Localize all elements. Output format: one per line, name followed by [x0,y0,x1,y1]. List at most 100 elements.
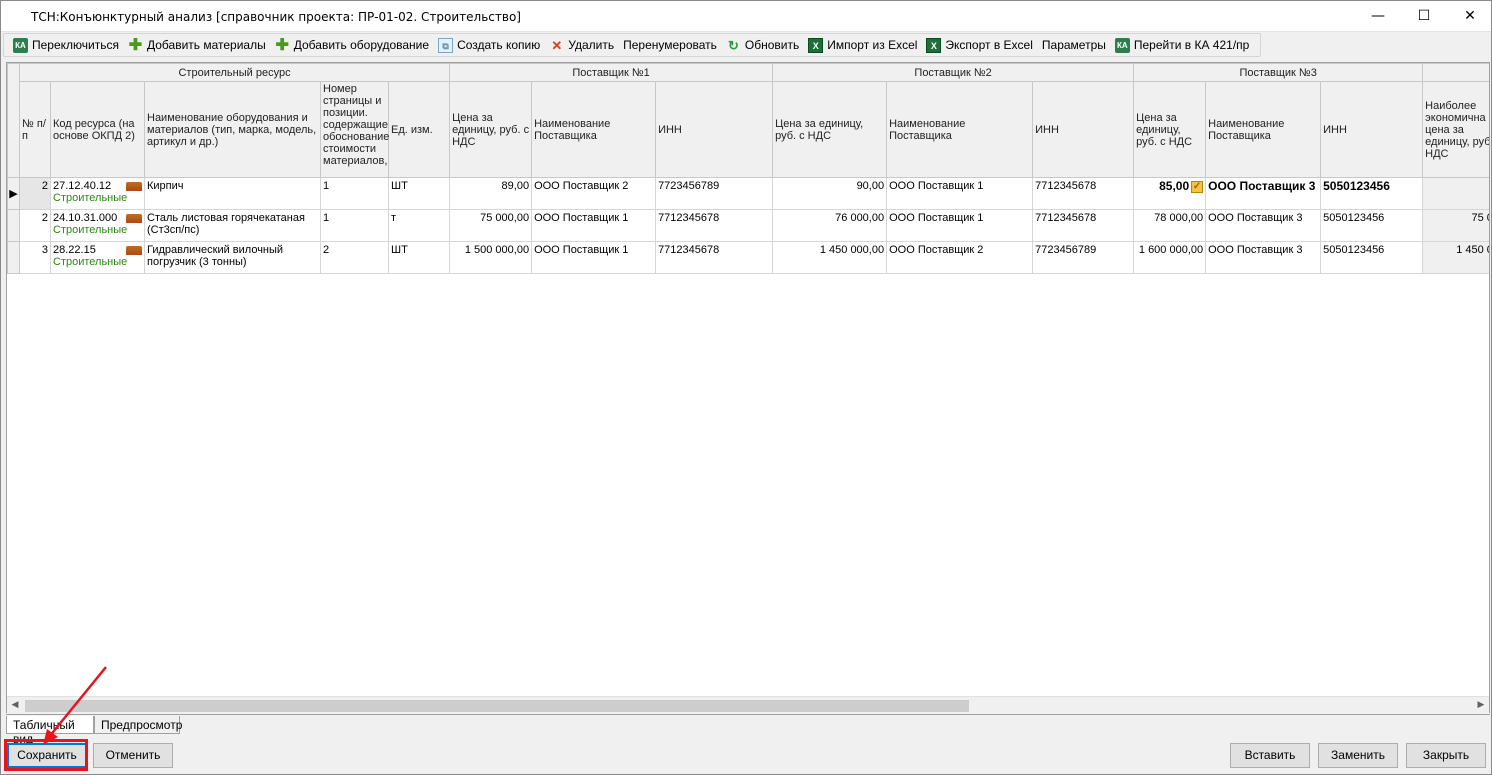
cell-name[interactable]: Сталь листовая горячекатаная (Ст3сп/пс) [144,209,321,242]
replace-button[interactable]: Заменить [1318,743,1398,768]
header-s1-inn[interactable]: ИНН [655,81,774,178]
cell-s1-price[interactable]: 89,00 [449,177,533,210]
close-button[interactable]: Закрыть [1406,743,1486,768]
cell-num[interactable]: 3 [19,241,51,274]
scroll-right-icon[interactable]: ▶ [1473,698,1489,713]
cell-s3-price[interactable]: 1 600 000,00 [1133,241,1207,274]
minimize-button[interactable]: — [1355,1,1401,31]
import-excel-button[interactable]: X Импорт из Excel [805,34,920,56]
cell-s2-name[interactable]: ООО Поставщик 2 [886,241,1034,274]
insert-button[interactable]: Вставить [1230,743,1310,768]
header-page[interactable]: Номер страницы и позиции. содержащие обо… [320,81,389,178]
add-equipment-button[interactable]: ✚ Добавить оборудование [272,34,432,56]
cell-best[interactable]: 85 [1422,177,1489,210]
add-materials-button[interactable]: ✚ Добавить материалы [125,34,269,56]
group-supplier1: Поставщик №1 [449,63,774,82]
header-s3-name[interactable]: Наименование Поставщика [1205,81,1322,178]
table-row[interactable]: ▶ 2 27.12.40.12 Строительные Кирпич 1 ШТ … [7,177,1489,210]
header-s3-price[interactable]: Цена за единицу, руб. с НДС [1133,81,1207,178]
bricks-icon [126,214,142,223]
header-s3-inn[interactable]: ИНН [1320,81,1424,178]
header-code[interactable]: Код ресурса (на основе ОКПД 2) [50,81,145,178]
cell-s3-inn[interactable]: 5050123456 [1320,209,1424,242]
header-best[interactable]: Наиболее экономична цена за единицу, руб… [1422,81,1489,178]
header-s2-inn[interactable]: ИНН [1032,81,1135,178]
scrollbar-thumb[interactable] [25,700,969,712]
table-row[interactable]: 2 24.10.31.000 Строительные Сталь листова… [7,209,1489,242]
cell-s1-name[interactable]: ООО Поставщик 2 [531,177,657,210]
cell-s3-inn[interactable]: 5050123456 [1320,241,1424,274]
data-grid[interactable]: Строительный ресурс Поставщик №1 Поставщ… [6,62,1490,713]
cell-page[interactable]: 1 [320,209,389,242]
cell-unit[interactable]: ШТ [387,177,451,210]
delete-icon: ✕ [551,37,563,53]
refresh-button[interactable]: ↻ Обновить [723,34,802,56]
cell-s1-inn[interactable]: 7723456789 [655,177,774,210]
cell-name[interactable]: Кирпич [144,177,321,210]
cell-name[interactable]: Гидравлический вилочный погрузчик (3 тон… [144,241,321,274]
goto-ka-button[interactable]: КА Перейти в КА 421/пр [1112,34,1252,56]
cell-page[interactable]: 2 [320,241,389,274]
cell-s1-price[interactable]: 75 000,00 [449,209,533,242]
header-s1-name[interactable]: Наименование Поставщика [531,81,657,178]
refresh-label: Обновить [744,38,800,52]
table-row[interactable]: 3 28.22.15 Строительные Гидравлический ви… [7,241,1489,274]
cell-s2-inn[interactable]: 7712345678 [1032,209,1135,242]
cell-s2-price[interactable]: 1 450 000,00 [772,241,888,274]
cell-code[interactable]: 24.10.31.000 Строительные [50,209,145,242]
create-copy-button[interactable]: ⧉ Создать копию [435,34,543,56]
scroll-left-icon[interactable]: ◀ [7,698,23,713]
header-s1-price[interactable]: Цена за единицу, руб. с НДС [449,81,533,178]
cell-code[interactable]: 28.22.15 Строительные [50,241,145,274]
group-supplier3: Поставщик №3 [1133,63,1424,82]
s3-price-value: 85,00 [1159,179,1190,193]
cell-s3-price[interactable]: 85,00 ✓ [1133,177,1207,210]
cell-s2-name[interactable]: ООО Поставщик 1 [886,177,1034,210]
cell-s2-price[interactable]: 76 000,00 [772,209,888,242]
parameters-button[interactable]: Параметры [1039,34,1109,56]
cell-unit[interactable]: т [387,209,451,242]
horizontal-scrollbar[interactable]: ◀ ▶ [7,696,1489,713]
cell-best[interactable]: 1 450 000 [1422,241,1489,274]
delete-button[interactable]: ✕ Удалить [546,34,617,56]
cell-num[interactable]: 2 [19,209,51,242]
bricks-icon [126,246,142,255]
export-excel-button[interactable]: X Экспорт в Excel [923,34,1035,56]
renumber-button[interactable]: Перенумеровать [620,34,720,56]
refresh-icon: ↻ [727,37,739,53]
cell-s1-inn[interactable]: 7712345678 [655,241,774,274]
resource-category: Строительные [53,192,128,204]
header-name[interactable]: Наименование оборудования и материалов (… [144,81,321,178]
row-indicator[interactable] [7,209,20,242]
book-icon: КА [1114,37,1130,53]
cell-s2-name[interactable]: ООО Поставщик 1 [886,209,1034,242]
maximize-button[interactable]: ☐ [1401,1,1447,31]
row-indicator[interactable] [7,241,20,274]
cell-page[interactable]: 1 [320,177,389,210]
cell-s3-name[interactable]: ООО Поставщик 3 [1205,177,1322,210]
cell-s2-inn[interactable]: 7723456789 [1032,241,1135,274]
cell-s3-name[interactable]: ООО Поставщик 3 [1205,241,1322,274]
header-num[interactable]: № п/п [19,81,51,178]
cell-s2-inn[interactable]: 7712345678 [1032,177,1135,210]
cell-s3-price[interactable]: 78 000,00 [1133,209,1207,242]
cell-s2-price[interactable]: 90,00 [772,177,888,210]
cell-s1-inn[interactable]: 7712345678 [655,209,774,242]
view-tabs: Табличный вид Предпросмотр [6,714,1490,746]
row-indicator[interactable]: ▶ [7,177,20,210]
header-s2-name[interactable]: Наименование Поставщика [886,81,1034,178]
cell-num[interactable]: 2 [19,177,51,210]
header-s2-price[interactable]: Цена за единицу, руб. с НДС [772,81,888,178]
cell-best[interactable]: 75 000 [1422,209,1489,242]
header-unit[interactable]: Ед. изм. [387,81,451,178]
cell-s1-name[interactable]: ООО Поставщик 1 [531,241,657,274]
cell-s3-inn[interactable]: 5050123456 [1320,177,1424,210]
switch-button[interactable]: КА Переключиться [10,34,122,56]
row-indicator-header [7,63,20,178]
close-window-button[interactable]: ✕ [1447,1,1492,31]
cell-code[interactable]: 27.12.40.12 Строительные [50,177,145,210]
cell-s1-price[interactable]: 1 500 000,00 [449,241,533,274]
cell-s1-name[interactable]: ООО Поставщик 1 [531,209,657,242]
cell-s3-name[interactable]: ООО Поставщик 3 [1205,209,1322,242]
cell-unit[interactable]: ШТ [387,241,451,274]
